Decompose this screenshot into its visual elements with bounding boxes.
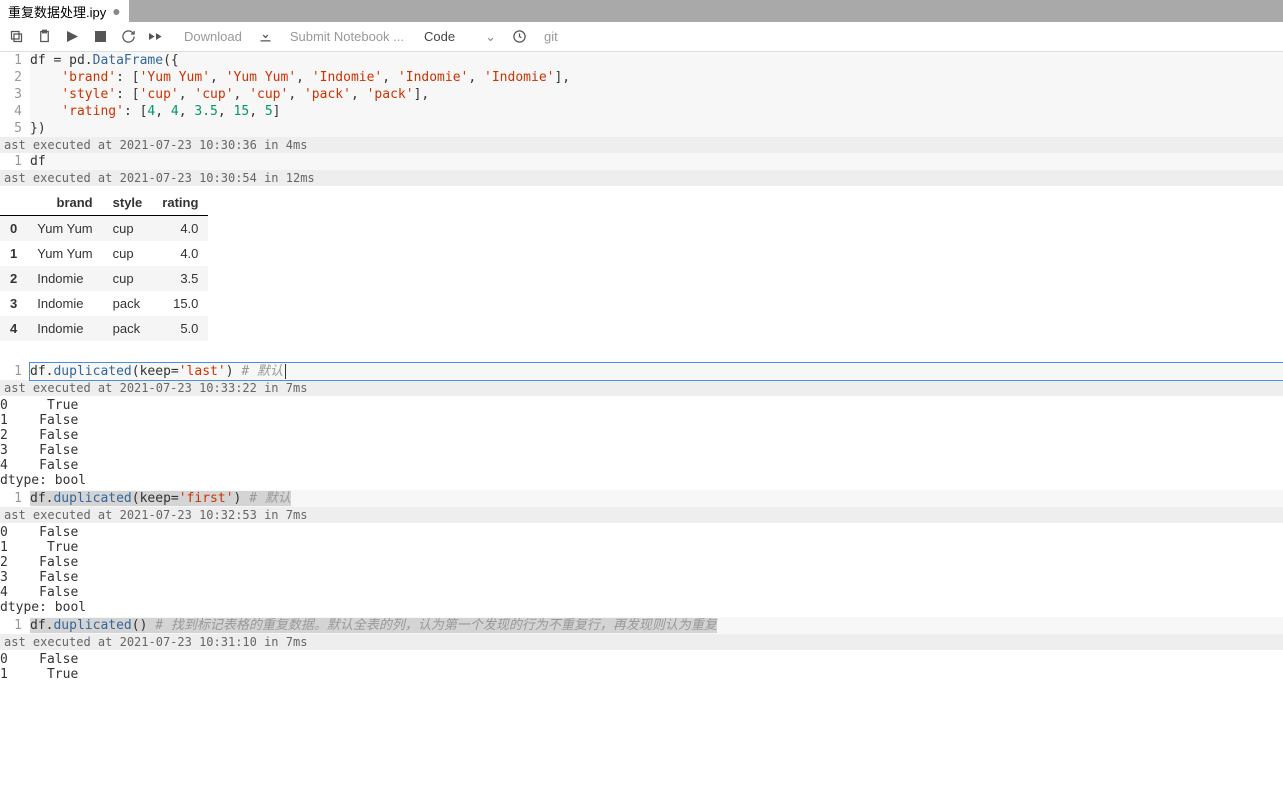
cell-output: 0 True 1 False 2 False 3 False 4 False d…: [0, 396, 1283, 490]
submit-link[interactable]: Submit Notebook ...: [282, 29, 412, 44]
download-link[interactable]: Download: [176, 29, 250, 44]
celltype-label: Code: [424, 29, 455, 44]
code-editor[interactable]: df = pd.DataFrame({ 'brand': ['Yum Yum',…: [30, 52, 1283, 137]
line-gutter: 1: [0, 153, 30, 170]
code-cell[interactable]: 1 df.duplicated(keep='last') # 默认: [0, 363, 1283, 380]
line-gutter: 1: [0, 490, 30, 507]
stop-icon[interactable]: [88, 25, 112, 49]
code-cell[interactable]: 1 df.duplicated() # 找到标记表格的重复数据。默认全表的列，认…: [0, 617, 1283, 634]
unsaved-indicator-icon: ●: [112, 3, 120, 19]
clock-icon[interactable]: [508, 25, 532, 49]
code-editor[interactable]: df.duplicated(keep='first') # 默认: [30, 490, 1283, 507]
line-gutter: 1: [0, 617, 30, 634]
code-editor[interactable]: df.duplicated(keep='last') # 默认: [30, 363, 1283, 380]
exec-status: ast executed at 2021-07-23 10:33:22 in 7…: [0, 380, 1283, 396]
code-editor[interactable]: df.duplicated() # 找到标记表格的重复数据。默认全表的列，认为第…: [30, 617, 1283, 634]
copy-icon[interactable]: [4, 25, 28, 49]
code-cell[interactable]: 12345 df = pd.DataFrame({ 'brand': ['Yum…: [0, 52, 1283, 137]
paste-icon[interactable]: [32, 25, 56, 49]
celltype-selector[interactable]: Code ⌄: [416, 29, 504, 45]
chevron-down-icon: ⌄: [485, 29, 496, 45]
code-cell[interactable]: 1 df.duplicated(keep='first') # 默认: [0, 490, 1283, 507]
line-gutter: 1: [0, 363, 30, 380]
code-cell[interactable]: 1 df: [0, 153, 1283, 170]
exec-status: ast executed at 2021-07-23 10:30:54 in 1…: [0, 170, 1283, 186]
download-icon[interactable]: [254, 25, 278, 49]
tab-title: 重复数据处理.ipy: [8, 2, 106, 21]
run-icon[interactable]: [60, 25, 84, 49]
cell-output: 0 False 1 True 2 False 3 False 4 False d…: [0, 523, 1283, 617]
exec-status: ast executed at 2021-07-23 10:30:36 in 4…: [0, 137, 1283, 153]
exec-status: ast executed at 2021-07-23 10:32:53 in 7…: [0, 507, 1283, 523]
git-link[interactable]: git: [536, 29, 566, 44]
toolbar: Download Submit Notebook ... Code ⌄ git: [0, 22, 1283, 52]
restart-icon[interactable]: [116, 25, 140, 49]
dataframe-output: brandstylerating0Yum Yumcup4.01Yum Yumcu…: [0, 190, 208, 341]
cell-output: 0 False 1 True: [0, 650, 1283, 684]
line-gutter: 12345: [0, 52, 30, 137]
file-tab[interactable]: 重复数据处理.ipy ●: [0, 0, 129, 22]
tab-bar: 重复数据处理.ipy ●: [0, 0, 1283, 22]
fast-forward-icon[interactable]: [144, 25, 168, 49]
code-editor[interactable]: df: [30, 153, 1283, 170]
exec-status: ast executed at 2021-07-23 10:31:10 in 7…: [0, 634, 1283, 650]
